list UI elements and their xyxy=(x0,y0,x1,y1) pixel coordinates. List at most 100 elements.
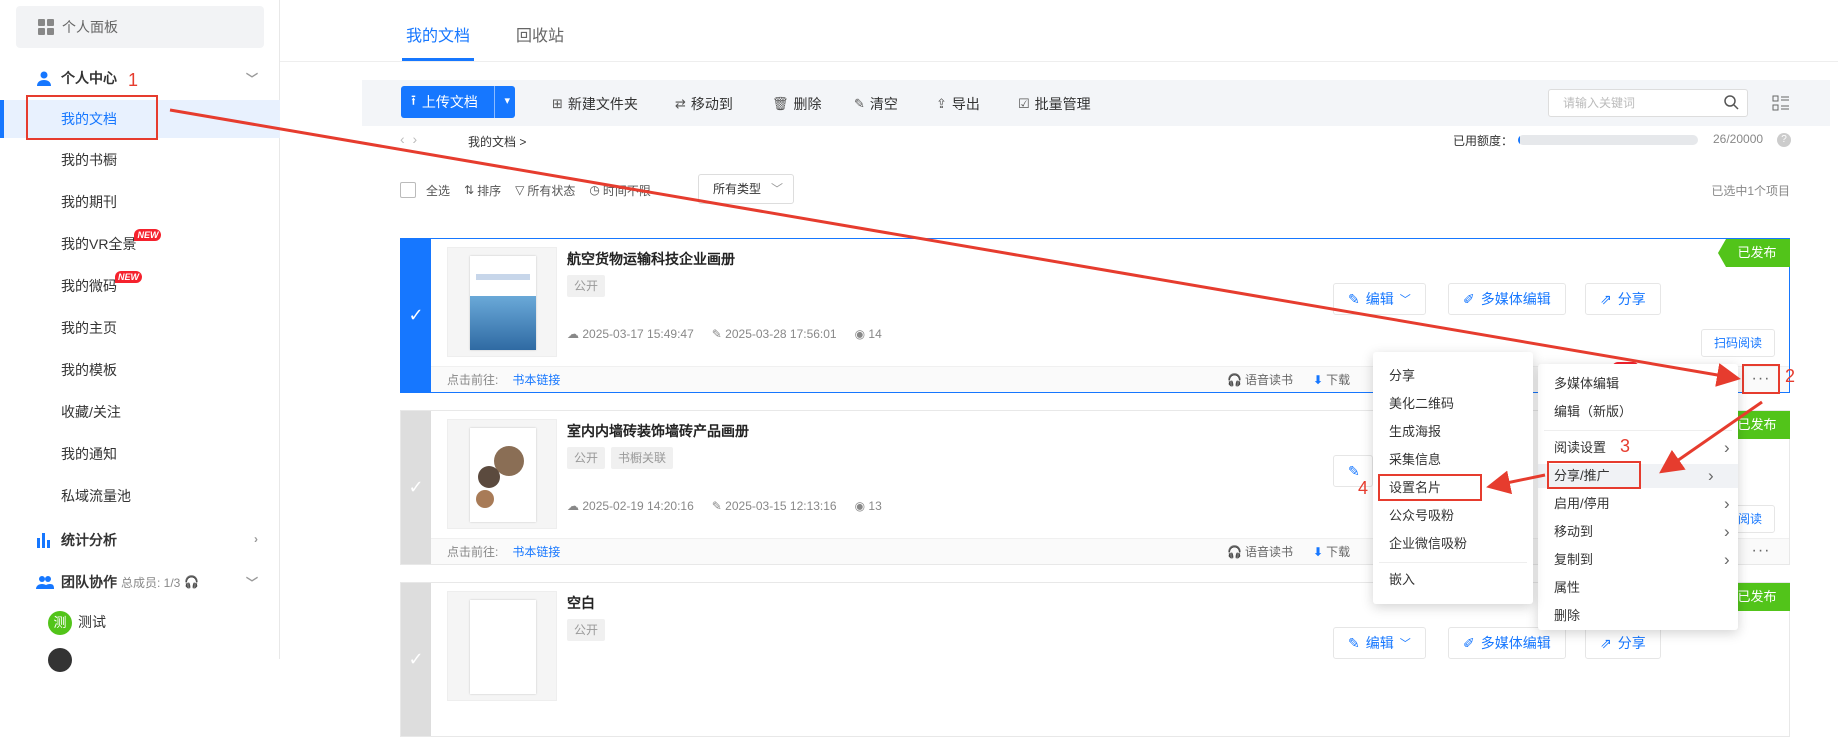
sidebar-item-vr[interactable]: 我的VR全景NEW xyxy=(0,225,280,263)
breadcrumb[interactable]: 我的文档 > xyxy=(468,133,526,150)
document-title[interactable]: 室内内墙砖装饰墙砖产品画册 xyxy=(567,421,749,441)
sidebar-item-templates[interactable]: 我的模板 xyxy=(0,351,280,389)
active-tab-indicator xyxy=(402,58,474,61)
personal-center-label: 个人中心 xyxy=(61,70,117,86)
menu-item-reading-settings[interactable]: 阅读设置 xyxy=(1554,436,1730,460)
document-cover[interactable] xyxy=(447,591,557,701)
document-cover[interactable] xyxy=(447,247,557,357)
team-member-item[interactable]: 测测试 xyxy=(0,603,280,641)
annotation-2: 2 xyxy=(1785,366,1796,386)
personal-panel-button[interactable]: 个人面板 xyxy=(16,6,264,48)
chevron-down-icon: ﹀ xyxy=(1399,294,1411,306)
export-icon: ⇪ xyxy=(936,96,947,111)
sidebar-item-label: 我的书橱 xyxy=(61,152,117,168)
search-icon[interactable] xyxy=(1723,94,1739,110)
personal-center-header[interactable]: 个人中心 ﹀ xyxy=(0,60,280,96)
move-to-button[interactable]: ⇄ 移动到 xyxy=(675,94,733,114)
clear-button[interactable]: ✎ 清空 xyxy=(854,94,898,114)
member-name: 测试 xyxy=(78,614,106,630)
sidebar-item-microcode[interactable]: 我的微码NEW xyxy=(0,267,280,305)
sort-button[interactable]: 排序 xyxy=(477,182,501,199)
sidebar-item-private-traffic[interactable]: 私域流量池 xyxy=(0,477,280,515)
time-filter[interactable]: 时间不限 xyxy=(603,182,651,199)
batch-manage-button[interactable]: ☑ 批量管理 xyxy=(1018,94,1091,114)
move-to-label: 移动到 xyxy=(690,96,733,112)
avatar[interactable] xyxy=(48,648,72,672)
sort-icon: ⇅ xyxy=(464,183,475,197)
tag-bookshelf: 书橱关联 xyxy=(611,447,674,469)
sidebar-item-homepage[interactable]: 我的主页 xyxy=(0,309,280,347)
search-input[interactable]: 请输入关键词 xyxy=(1548,89,1748,117)
menu-item-delete[interactable]: 删除 xyxy=(1554,604,1580,628)
document-title[interactable]: 航空货物运输科技企业画册 xyxy=(567,249,735,269)
type-select[interactable]: 所有类型 ﹀ xyxy=(698,174,794,204)
edit-button[interactable]: ✎ 编辑 ﹀ xyxy=(1333,627,1426,659)
share-button[interactable]: ⇗ 分享 xyxy=(1585,283,1661,315)
submenu-item-collect-info[interactable]: 采集信息 xyxy=(1389,448,1441,472)
sidebar-item-favorites[interactable]: 收藏/关注 xyxy=(0,393,280,431)
download-button[interactable]: ⬇ 下载 xyxy=(1313,367,1350,393)
menu-item-media-edit[interactable]: 多媒体编辑 xyxy=(1554,372,1619,396)
media-edit-button[interactable]: ✐ 多媒体编辑 xyxy=(1448,627,1566,659)
download-button[interactable]: ⬇ 下载 xyxy=(1313,539,1350,565)
selected-checkmark-icon[interactable]: ✓ xyxy=(401,239,431,392)
team-header[interactable]: 团队协作 总成员: 1/3 🎧 ﹀ xyxy=(0,564,280,600)
submenu-item-qrcode[interactable]: 美化二维码 xyxy=(1389,392,1454,416)
voice-label: 语音读书 xyxy=(1244,545,1293,559)
menu-item-move-to[interactable]: 移动到 xyxy=(1554,520,1730,544)
annotation-3: 3 xyxy=(1620,436,1631,456)
sidebar-item-bookshelf[interactable]: 我的书橱 xyxy=(0,141,280,179)
submenu-item-wechat-official[interactable]: 公众号吸粉 xyxy=(1389,504,1454,528)
menu-item-edit-new[interactable]: 编辑（新版） xyxy=(1554,400,1632,424)
help-icon[interactable]: ? xyxy=(1777,133,1791,147)
quota-bar-fill xyxy=(1518,135,1520,145)
voice-read-button[interactable]: 🎧 语音读书 xyxy=(1227,539,1293,565)
more-options-button[interactable]: ··· xyxy=(1742,364,1780,394)
filter-icon: ▽ xyxy=(515,183,525,197)
voice-read-button[interactable]: 🎧 语音读书 xyxy=(1227,367,1293,393)
unselected-check-icon[interactable]: ✓ xyxy=(401,411,431,564)
submenu-item-embed[interactable]: 嵌入 xyxy=(1389,568,1415,592)
stats-header[interactable]: 统计分析 › xyxy=(0,522,280,558)
type-select-value: 所有类型 xyxy=(713,182,762,196)
created-value: 2025-02-19 14:20:16 xyxy=(582,499,694,513)
submenu-item-poster[interactable]: 生成海报 xyxy=(1389,420,1441,444)
book-link[interactable]: 书本链接 xyxy=(512,373,560,387)
submenu-item-wecom[interactable]: 企业微信吸粉 xyxy=(1389,532,1467,556)
new-folder-button[interactable]: ⊞ 新建文件夹 xyxy=(552,94,638,114)
document-title[interactable]: 空白 xyxy=(567,593,595,613)
unselected-check-icon[interactable]: ✓ xyxy=(401,583,431,736)
submenu-item-share[interactable]: 分享 xyxy=(1389,364,1415,388)
new-badge: NEW xyxy=(115,271,142,283)
more-options-button[interactable]: ··· xyxy=(1742,538,1780,568)
sidebar-item-notifications[interactable]: 我的通知 xyxy=(0,435,280,473)
menu-item-copy-to[interactable]: 复制到 xyxy=(1554,548,1730,572)
menu-item-properties[interactable]: 属性 xyxy=(1554,576,1580,600)
share-label: 分享 xyxy=(1617,635,1646,651)
menu-item-enable-disable[interactable]: 启用/停用 xyxy=(1554,492,1728,516)
export-button[interactable]: ⇪ 导出 xyxy=(936,94,980,114)
swap-icon: ⇄ xyxy=(675,96,686,111)
status-filter[interactable]: 所有状态 xyxy=(527,182,575,199)
chevron-down-icon[interactable]: ▾ xyxy=(504,94,510,107)
delete-button[interactable]: 🗑 删除 xyxy=(772,94,822,114)
edit-button[interactable]: ✎ 编辑 ﹀ xyxy=(1333,283,1426,315)
upload-document-button[interactable]: ⭱ 上传文档 ▾ xyxy=(401,86,515,118)
sidebar-item-journals[interactable]: 我的期刊 xyxy=(0,183,280,221)
share-button[interactable]: ⇗ 分享 xyxy=(1585,627,1661,659)
chevron-right-icon: › xyxy=(254,532,258,546)
tab-my-documents[interactable]: 我的文档 xyxy=(406,22,470,46)
book-link[interactable]: 书本链接 xyxy=(512,545,560,559)
menu-divider xyxy=(1379,562,1527,563)
history-arrows[interactable]: ‹ › xyxy=(400,131,417,147)
scan-read-button[interactable]: 扫码阅读 xyxy=(1701,329,1776,357)
filter-row: 全选 ⇅ 排序 ▽ 所有状态 ◷ 时间不限 xyxy=(400,180,651,200)
select-all-checkbox[interactable] xyxy=(400,182,416,198)
tabs-divider xyxy=(280,61,1838,62)
list-view-icon[interactable] xyxy=(1772,94,1790,112)
document-cover[interactable] xyxy=(447,419,557,529)
delete-label: 删除 xyxy=(793,96,822,112)
media-edit-button[interactable]: ✐ 多媒体编辑 xyxy=(1448,283,1566,315)
share-label: 分享 xyxy=(1617,291,1646,307)
tab-recycle-bin[interactable]: 回收站 xyxy=(516,22,564,46)
